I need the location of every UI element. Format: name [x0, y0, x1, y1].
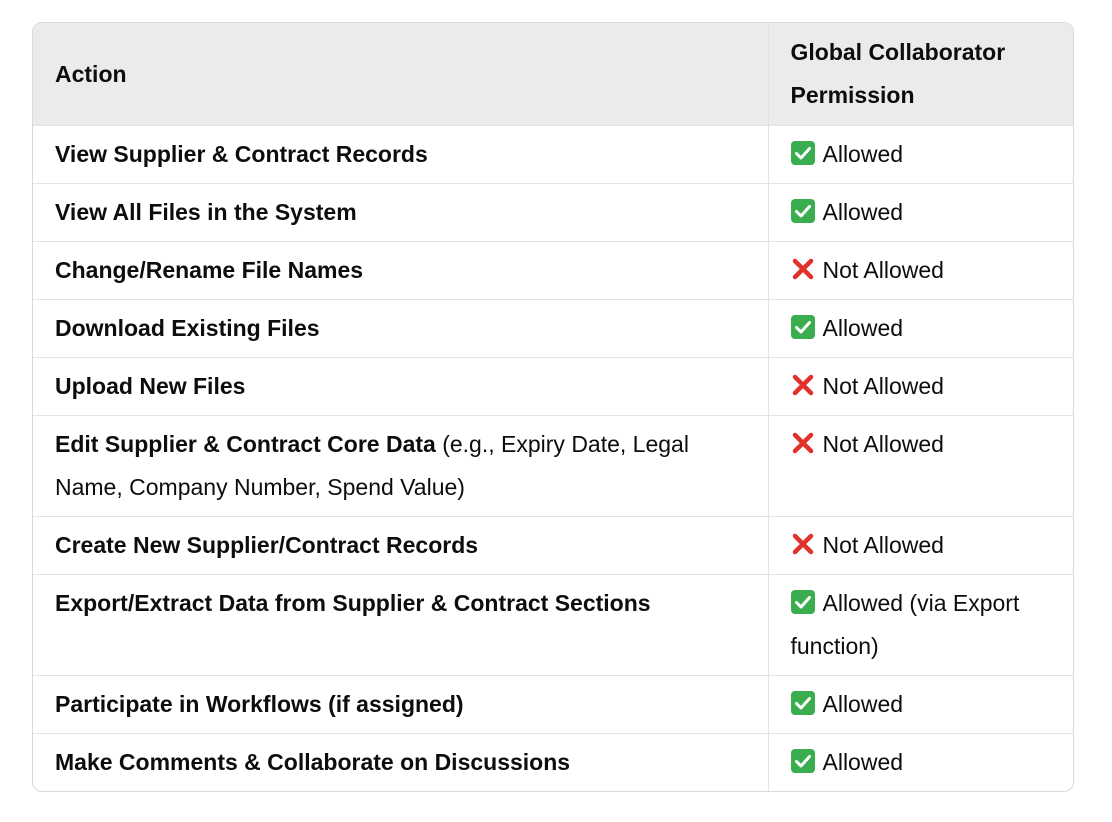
permission-cell: Not Allowed: [767, 357, 1073, 416]
action-label: Make Comments & Collaborate on Discussio…: [55, 749, 571, 775]
permission-cell: Allowed: [767, 125, 1073, 184]
action-label: Create New Supplier/Contract Records: [55, 532, 479, 558]
table-row: Change/Rename File Names Not Allowed: [33, 241, 1073, 300]
header-action: Action: [33, 23, 768, 126]
table-row: View Supplier & Contract Records Allowed: [33, 125, 1073, 184]
permission-label: Not Allowed: [822, 431, 944, 457]
permission-label: Allowed: [822, 691, 904, 717]
action-cell: Make Comments & Collaborate on Discussio…: [33, 734, 768, 792]
permission-cell: Allowed: [767, 733, 1073, 791]
cross-mark-icon: [791, 532, 815, 556]
check-mark-icon: [790, 141, 815, 165]
header-permission: Global Collaborator Permission: [767, 23, 1073, 126]
table-row: View All Files in the System Allowed: [33, 183, 1073, 242]
permission-cell: Allowed: [767, 183, 1073, 242]
permission-label: Not Allowed: [822, 532, 944, 558]
check-mark-icon: [790, 749, 815, 773]
table-header-row: Action Global Collaborator Permission: [33, 23, 1073, 126]
cross-mark-icon: [791, 373, 815, 397]
action-cell: View Supplier & Contract Records: [33, 125, 768, 184]
action-label: Change/Rename File Names: [55, 257, 364, 283]
action-cell: View All Files in the System: [33, 183, 768, 242]
action-label: Upload New Files: [55, 373, 246, 399]
check-mark-icon: [790, 691, 815, 715]
permission-cell: Allowed: [767, 675, 1073, 734]
table-row: Edit Supplier & Contract Core Data (e.g.…: [33, 415, 1073, 517]
action-cell: Change/Rename File Names: [33, 241, 768, 300]
permission-cell: Not Allowed: [767, 415, 1073, 517]
permission-cell: Allowed (via Export function): [767, 574, 1073, 676]
check-mark-icon: [790, 199, 815, 223]
action-label: Participate in Workflows (if assigned): [55, 691, 464, 717]
table-row: Export/Extract Data from Supplier & Cont…: [33, 574, 1073, 676]
permission-label: Allowed: [822, 315, 904, 341]
permission-cell: Not Allowed: [767, 516, 1073, 575]
permission-label: Not Allowed: [822, 373, 944, 399]
permissions-table: Action Global Collaborator Permission Vi…: [32, 22, 1074, 792]
action-label: View Supplier & Contract Records: [55, 141, 428, 167]
check-mark-icon: [790, 590, 815, 614]
action-label: View All Files in the System: [55, 199, 357, 225]
permission-label: Allowed: [822, 199, 904, 225]
permission-label: Allowed: [822, 749, 904, 775]
permission-cell: Allowed: [767, 299, 1073, 358]
action-cell: Create New Supplier/Contract Records: [33, 516, 768, 575]
action-cell: Edit Supplier & Contract Core Data (e.g.…: [33, 415, 768, 517]
action-cell: Export/Extract Data from Supplier & Cont…: [33, 574, 768, 676]
cross-mark-icon: [791, 431, 815, 455]
permission-label: Allowed: [822, 141, 904, 167]
action-label: Edit Supplier & Contract Core Data: [55, 431, 436, 457]
table-row: Participate in Workflows (if assigned) Al…: [33, 675, 1073, 734]
action-label: Export/Extract Data from Supplier & Cont…: [55, 590, 651, 616]
permission-cell: Not Allowed: [767, 241, 1073, 300]
action-label: Download Existing Files: [55, 315, 320, 341]
table-row: Upload New Files Not Allowed: [33, 357, 1073, 416]
cross-mark-icon: [791, 257, 815, 281]
action-cell: Participate in Workflows (if assigned): [33, 675, 768, 734]
action-cell: Upload New Files: [33, 357, 768, 416]
check-mark-icon: [790, 315, 815, 339]
action-cell: Download Existing Files: [33, 299, 768, 358]
table-row: Create New Supplier/Contract Records Not …: [33, 516, 1073, 575]
table-row: Make Comments & Collaborate on Discussio…: [33, 733, 1073, 792]
permission-label: Allowed (via Export function): [790, 590, 1020, 659]
permission-label: Not Allowed: [822, 257, 944, 283]
table-row: Download Existing Files Allowed: [33, 299, 1073, 358]
